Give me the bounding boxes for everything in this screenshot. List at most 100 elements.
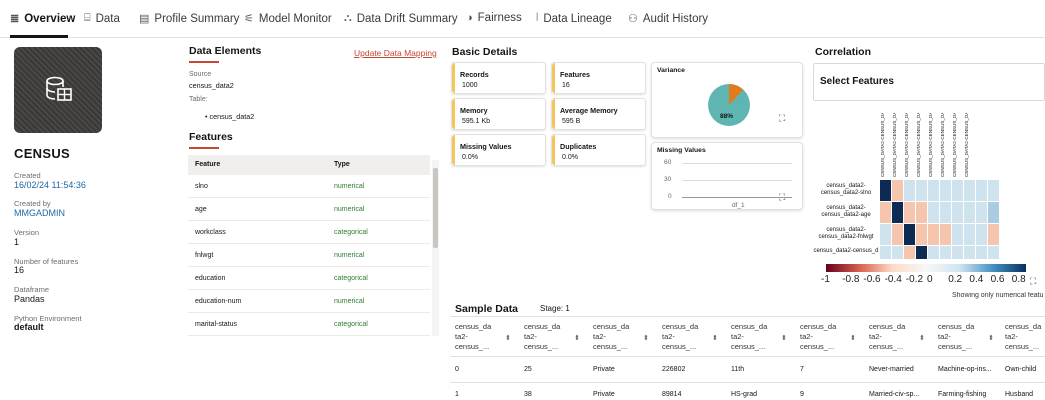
heatmap-cell [916, 180, 928, 202]
correlation-title: Correlation [815, 46, 872, 58]
color-scale-tick: 0.8 [1011, 274, 1026, 285]
table-row[interactable]: fnlwgt numerical [188, 244, 430, 267]
sample-column-header[interactable]: census_data2-census_...⬍ [662, 322, 724, 352]
sample-cell: 38 [524, 391, 532, 398]
feature-name: education [195, 275, 226, 282]
missing-values-chart-title: Missing Values [657, 147, 706, 154]
sort-icon[interactable]: ⬍ [712, 334, 718, 344]
heatmap-cell [952, 246, 964, 260]
card-value: 1000 [462, 82, 478, 89]
card-value: 595 B [562, 118, 581, 125]
num-features-value: 16 [14, 265, 25, 275]
sample-cell: 0 [455, 366, 459, 373]
stage-label: Stage: 1 [540, 304, 570, 313]
sort-icon[interactable]: ⬍ [781, 334, 787, 344]
drift-icon: ⛬ [344, 12, 352, 24]
feature-name: education-num [195, 298, 242, 305]
color-scale-tick: -0.4 [884, 274, 902, 285]
table-row[interactable]: education-num numerical [188, 290, 430, 313]
tab-model-monitor[interactable]: ⚟ Model Monitor [244, 12, 332, 26]
card-value: 0.0% [462, 154, 478, 161]
select-features-dropdown[interactable]: Select Features [813, 63, 1045, 101]
heatmap-column-label: CENSUS_DATA2-CENSUS_DATA2-CAP [928, 113, 933, 177]
sample-cell: Farming-fishing [938, 391, 987, 398]
sample-column-header[interactable]: census_data2-census_...⬍ [800, 322, 862, 352]
sort-icon[interactable]: ⬍ [574, 334, 580, 344]
type-column-header[interactable]: Type [334, 161, 350, 168]
feature-column-header[interactable]: Feature [195, 161, 220, 168]
features-scrollbar[interactable] [432, 160, 439, 336]
feature-type: numerical [334, 206, 365, 213]
sort-icon[interactable]: ⬍ [919, 334, 925, 344]
sample-column-header[interactable]: census_data2-census_...⬍ [593, 322, 655, 352]
heatmap-cell [988, 202, 1000, 224]
sort-icon[interactable]: ⬍ [505, 334, 511, 344]
expand-icon[interactable]: ⛶ [1030, 276, 1036, 287]
sort-icon[interactable]: ⬍ [850, 334, 856, 344]
update-data-mapping-link[interactable]: Update Data Mapping [354, 48, 437, 58]
y-tick-label: 30 [664, 176, 672, 183]
tab-data-lineage[interactable]: ⦚ Data Lineage [536, 12, 612, 25]
database-icon [46, 76, 72, 101]
dataframe-label: Dataframe [14, 285, 50, 294]
tab-fairness[interactable]: ◑ Fairness [466, 12, 522, 24]
sample-column-header[interactable]: census_data2-census_...⬍ [524, 322, 586, 352]
sample-cell: Own-child [1005, 366, 1037, 373]
tab-overview[interactable]: ≣ Overview [10, 12, 76, 26]
heatmap-cell [928, 180, 940, 202]
column-header-text: census_da [800, 322, 837, 331]
expand-icon[interactable]: ⛶ [779, 192, 785, 203]
dataframe-value: Pandas [14, 294, 45, 304]
scrollbar-thumb[interactable] [433, 168, 438, 248]
heatmap-cell [892, 202, 904, 224]
tab-label: Fairness [477, 12, 522, 24]
sample-column-header[interactable]: census_data2-census_...⬍ [731, 322, 793, 352]
x-axis [682, 197, 792, 198]
heatmap-cell [952, 224, 964, 246]
tab-label: Overview [24, 12, 76, 25]
sample-column-header[interactable]: census_data2-census_...⬍ [455, 322, 517, 352]
heatmap-cell [952, 180, 964, 202]
created-by-value[interactable]: MMGADMIN [14, 208, 65, 218]
expand-icon[interactable]: ⛶ [779, 113, 785, 124]
tab-profile-summary[interactable]: ▤ Profile Summary [139, 12, 240, 26]
table-name: census_data2 [209, 112, 255, 121]
column-header-text: ta2- [1005, 332, 1018, 341]
created-value: 16/02/24 11:54:36 [14, 180, 86, 190]
feature-type: numerical [334, 252, 365, 259]
variance-title: Variance [657, 67, 685, 74]
duplicates-card: Duplicates 0.0% [551, 134, 646, 166]
sample-column-header[interactable]: census_data2-census_...⬍ [938, 322, 1000, 352]
heatmap-cell [976, 202, 988, 224]
heatmap-cell [928, 202, 940, 224]
sort-icon[interactable]: ⬍ [643, 334, 649, 344]
heatmap-column-label: CENSUS_DATA2-CENSUS_DATA2-EDU [916, 113, 921, 177]
select-features-label: Select Features [820, 76, 894, 87]
tab-data-drift-summary[interactable]: ⛬ Data Drift Summary [344, 12, 458, 25]
table-row[interactable]: age numerical [188, 198, 430, 221]
tab-label: Model Monitor [258, 12, 332, 25]
table-row[interactable]: marital-status categorical [188, 313, 430, 336]
sample-cell: 11th [731, 366, 745, 373]
dataset-logo [14, 47, 102, 133]
table-row[interactable]: workclass categorical [188, 221, 430, 244]
sort-icon[interactable]: ⬍ [988, 334, 994, 344]
table-row[interactable]: occupationcategorical [188, 336, 430, 337]
column-header-text: census_da [1005, 322, 1042, 331]
version-label: Version [14, 228, 40, 237]
feature-name: slno [195, 183, 208, 190]
tab-label: Profile Summary [154, 12, 240, 25]
missing-values-card: Missing Values 0.0% [451, 134, 546, 166]
sample-column-header[interactable]: census_data2-census_...⬍ [1005, 322, 1045, 352]
tab-label: Data Lineage [543, 12, 612, 25]
features-card: Features 16 [551, 62, 646, 94]
table-row[interactable]: slno numerical [188, 175, 430, 198]
heatmap-row-label: census_data2-census_data2-fnlwgt [818, 227, 874, 240]
table-row[interactable]: education categorical [188, 267, 430, 290]
feature-type: numerical [334, 298, 365, 305]
document-icon: ▤ [139, 13, 150, 25]
sample-column-header[interactable]: census_data2-census_...⬍ [869, 322, 931, 352]
sample-cell: 1 [455, 391, 459, 398]
tab-data[interactable]: ⌸ Data [84, 12, 120, 25]
tab-audit-history[interactable]: ⚇ Audit History [628, 12, 708, 26]
